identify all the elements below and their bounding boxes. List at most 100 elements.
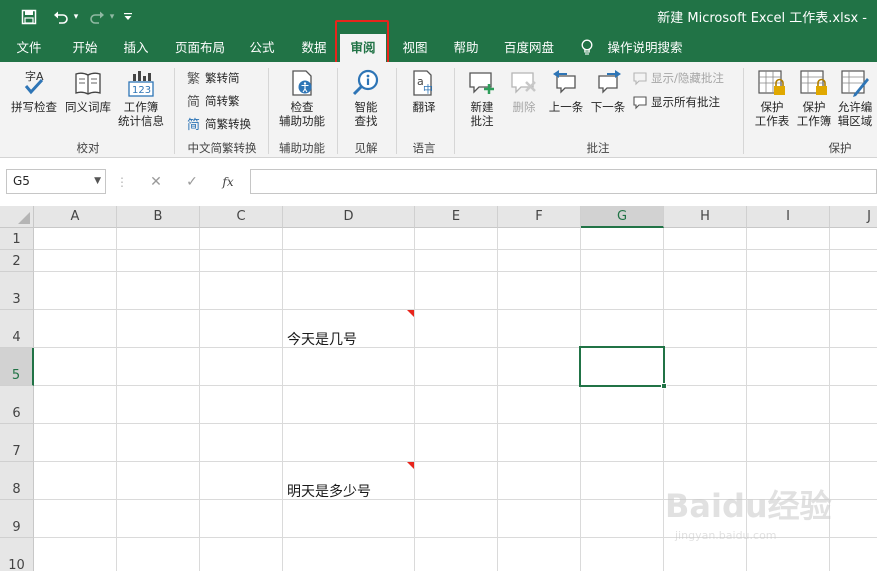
group-label-insights: 见解 — [354, 141, 378, 155]
worksheet-grid: A B C D E F G H I J 1 2 3 4 5 6 7 8 9 10… — [0, 206, 877, 571]
undo-icon[interactable] — [50, 7, 72, 27]
column-header[interactable]: F — [498, 206, 581, 228]
row-header[interactable]: 4 — [0, 310, 34, 348]
watermark-brand: Baidu经验 — [665, 487, 832, 525]
chinese-conversion-icon: 简 — [186, 116, 202, 132]
tab-page-layout[interactable]: 页面布局 — [170, 34, 230, 62]
svg-text:中: 中 — [423, 83, 433, 96]
svg-text:简: 简 — [187, 94, 200, 109]
simplified-to-traditional-button[interactable]: 简 简转繁 — [186, 91, 240, 111]
group-label-protect: 保护 — [828, 141, 852, 155]
show-all-comments-button[interactable]: 显示所有批注 — [632, 92, 720, 112]
row-header[interactable]: 8 — [0, 462, 34, 500]
tab-data[interactable]: 数据 — [292, 34, 336, 62]
allow-edit-ranges-button[interactable]: 允许编 辑区域 — [834, 68, 876, 128]
gridline — [497, 228, 498, 571]
traditional-to-simplified-button[interactable]: 繁 繁转简 — [186, 68, 240, 88]
next-comment-button[interactable]: 下一条 — [588, 68, 628, 114]
window-title: 新建 Microsoft Excel 工作表.xlsx - — [657, 11, 867, 26]
spelling-button[interactable]: 字A 拼写检查 — [8, 68, 60, 114]
tab-home[interactable]: 开始 — [62, 34, 108, 62]
protect-workbook-button[interactable]: 保护 工作簿 — [794, 68, 834, 128]
more-options-icon[interactable]: ⋮ — [112, 172, 132, 192]
formula-bar: G5 ▼ ⋮ ✕ ✓ fx — [0, 158, 877, 206]
svg-text:简: 简 — [187, 117, 200, 132]
column-header[interactable]: G — [581, 206, 664, 228]
spelling-check-icon: 字A — [19, 68, 49, 98]
row-header[interactable]: 1 — [0, 228, 34, 250]
tab-view[interactable]: 视图 — [393, 34, 437, 62]
column-header[interactable]: I — [747, 206, 830, 228]
previous-comment-icon — [551, 68, 581, 98]
accessibility-check-icon — [287, 68, 317, 98]
group-label-accessibility: 辅助功能 — [279, 141, 325, 155]
comment-indicator[interactable] — [407, 462, 414, 469]
customize-quick-access-icon[interactable] — [120, 7, 136, 27]
cancel-icon[interactable]: ✕ — [146, 172, 166, 192]
gridline — [34, 271, 877, 272]
cell-d8[interactable]: 明天是多少号 — [287, 481, 371, 501]
new-comment-icon — [467, 68, 497, 98]
redo-icon[interactable] — [86, 7, 108, 27]
tab-formulas[interactable]: 公式 — [240, 34, 284, 62]
column-header[interactable]: J — [830, 206, 877, 228]
column-header[interactable]: D — [283, 206, 415, 228]
group-separator — [268, 68, 269, 154]
row-header[interactable]: 6 — [0, 386, 34, 424]
comment-indicator[interactable] — [407, 310, 414, 317]
previous-comment-button[interactable]: 上一条 — [544, 68, 588, 114]
select-all-corner[interactable] — [0, 206, 34, 228]
redo-dropdown-icon[interactable]: ▾ — [107, 7, 117, 27]
fill-handle[interactable] — [661, 383, 667, 389]
name-box-value: G5 — [13, 174, 30, 188]
title-bar: ▾ ▾ 新建 Microsoft Excel 工作表.xlsx - — [0, 0, 877, 34]
lightbulb-icon[interactable] — [578, 34, 596, 62]
name-box-dropdown-icon[interactable]: ▼ — [94, 170, 101, 193]
name-box[interactable]: G5 ▼ — [6, 169, 106, 194]
gridline — [34, 309, 877, 310]
column-header[interactable]: E — [415, 206, 498, 228]
ribbon-review: 字A 拼写检查 同义词库 123 工作簿 统计信息 校对 繁 繁转简 简 简转繁… — [0, 62, 877, 158]
group-separator — [337, 68, 338, 154]
chinese-conversion-button[interactable]: 简 简繁转换 — [186, 114, 251, 134]
tab-file[interactable]: 文件 — [8, 34, 50, 62]
cell-d4[interactable]: 今天是几号 — [287, 329, 357, 349]
column-header[interactable]: A — [34, 206, 117, 228]
tab-baidu-netdisk[interactable]: 百度网盘 — [496, 34, 562, 62]
baidu-jingyan-watermark: Baidu经验 jingyan.baidu.com — [665, 481, 832, 551]
row-header[interactable]: 10 — [0, 538, 34, 571]
tab-help[interactable]: 帮助 — [444, 34, 488, 62]
column-header[interactable]: C — [200, 206, 283, 228]
row-header[interactable]: 5 — [0, 348, 34, 386]
gridline — [414, 228, 415, 571]
insert-function-icon[interactable]: fx — [218, 172, 238, 192]
tab-insert[interactable]: 插入 — [114, 34, 158, 62]
show-all-comments-icon — [632, 94, 648, 110]
row-header[interactable]: 2 — [0, 250, 34, 272]
smart-lookup-button[interactable]: 智能 查找 — [342, 68, 390, 128]
save-icon[interactable] — [18, 7, 40, 27]
row-header[interactable]: 7 — [0, 424, 34, 462]
tell-me-search[interactable]: 操作说明搜索 — [602, 34, 688, 62]
row-header[interactable]: 3 — [0, 272, 34, 310]
group-separator — [743, 68, 744, 154]
thesaurus-button[interactable]: 同义词库 — [62, 68, 114, 114]
group-separator — [174, 68, 175, 154]
column-header[interactable]: B — [117, 206, 200, 228]
formula-input[interactable] — [250, 169, 877, 194]
tab-review[interactable]: 审阅 — [340, 34, 386, 62]
workbook-statistics-button[interactable]: 123 工作簿 统计信息 — [114, 68, 168, 128]
show-hide-comment-button[interactable]: 显示/隐藏批注 — [632, 68, 724, 88]
translate-button[interactable]: a中 翻译 — [400, 68, 448, 114]
new-comment-button[interactable]: 新建 批注 — [460, 68, 504, 128]
enter-icon[interactable]: ✓ — [182, 172, 202, 192]
check-accessibility-button[interactable]: 检查 辅助功能 — [274, 68, 330, 128]
protect-sheet-button[interactable]: 保护 工作表 — [750, 68, 794, 128]
gridline — [199, 228, 200, 571]
delete-comment-button[interactable]: 删除 — [504, 68, 544, 114]
row-header[interactable]: 9 — [0, 500, 34, 538]
undo-dropdown-icon[interactable]: ▾ — [71, 7, 81, 27]
column-header[interactable]: H — [664, 206, 747, 228]
gridline — [34, 423, 877, 424]
selected-cell-g5[interactable] — [579, 346, 665, 387]
